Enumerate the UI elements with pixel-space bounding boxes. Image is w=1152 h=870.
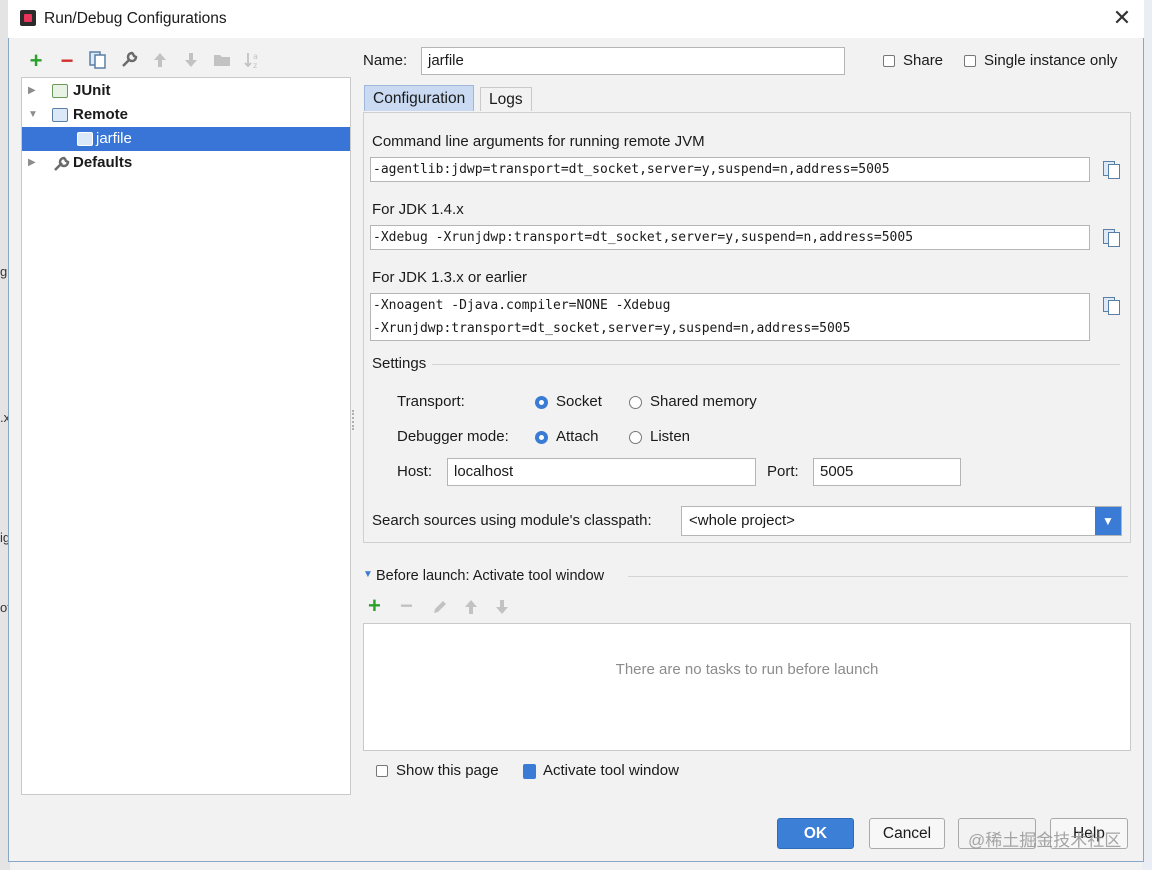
jdk14-args-field[interactable]: -Xdebug -Xrunjdwp:transport=dt_socket,se… [370,225,1090,250]
chevron-down-icon[interactable]: ▼ [1095,507,1121,535]
window-title: Run/Debug Configurations [44,10,227,27]
tab-configuration[interactable]: Configuration [364,85,475,111]
copy-config-button[interactable] [87,50,109,72]
edit-defaults-button[interactable] [118,50,140,72]
edit-task-button[interactable] [431,598,449,620]
add-config-button[interactable]: + [25,50,47,72]
module-classpath-select[interactable]: <whole project> ▼ [681,506,1122,536]
transport-shared-memory-label: Shared memory [650,393,757,410]
folder-button[interactable] [211,50,233,72]
debugger-listen-radio[interactable] [629,431,642,444]
settings-divider [432,364,1120,365]
intellij-app-icon [20,10,36,26]
arrow-down-icon [496,600,508,614]
copy-icon [89,51,106,69]
debugger-attach-radio[interactable] [535,431,548,444]
remote-config-icon [77,132,93,146]
before-launch-task-list[interactable]: There are no tasks to run before launch [363,623,1131,751]
host-input[interactable]: localhost [447,458,756,486]
jdk13-label: For JDK 1.3.x or earlier [372,269,528,286]
wrench-icon [52,156,70,171]
sort-icon: az [244,52,258,70]
transport-socket-radio[interactable] [535,396,548,409]
sort-button[interactable]: az [242,50,264,72]
debugger-listen-label: Listen [650,428,691,445]
activate-tool-window-checkbox[interactable] [523,764,536,779]
expand-arrow-icon[interactable]: ▶ [28,151,38,175]
remove-config-button[interactable]: − [56,50,78,72]
svg-text:z: z [253,61,257,70]
ok-button[interactable]: OK [777,818,854,849]
tree-item-label: jarfile [96,130,132,147]
collapse-triangle-icon[interactable]: ▼ [363,569,373,580]
svg-text:a: a [253,52,258,61]
before-launch-divider [628,576,1128,577]
tree-item-jarfile[interactable]: jarfile [22,127,350,151]
search-sources-label: Search sources using module's classpath: [372,512,652,529]
before-launch-label: Before launch: Activate tool window [376,568,605,584]
close-icon[interactable]: ✕ [1112,6,1132,30]
tab-logs[interactable]: Logs [480,87,532,111]
cmd-args-label: Command line arguments for running remot… [372,133,705,150]
name-input[interactable]: jarfile [421,47,845,75]
tree-item-label: Defaults [73,154,133,171]
settings-label: Settings [372,355,427,372]
single-instance-checkbox[interactable] [964,55,976,67]
name-label: Name: [363,52,408,69]
cancel-button[interactable]: Cancel [869,818,945,849]
show-this-page-checkbox[interactable] [376,765,388,777]
copy-icon[interactable] [1101,159,1121,179]
host-label: Host: [397,463,433,480]
transport-shared-memory-radio[interactable] [629,396,642,409]
add-task-button[interactable]: + [368,595,388,617]
jdk13-args-field[interactable]: -Xnoagent -Djava.compiler=NONE -Xdebug -… [370,293,1090,341]
ide-fragment: g [0,264,8,279]
move-up-button[interactable] [149,50,171,72]
remote-icon [52,108,68,122]
jdk13-line: -Xnoagent -Djava.compiler=NONE -Xdebug [373,298,671,313]
wrench-icon [122,51,138,67]
copy-icon[interactable] [1101,295,1121,315]
pencil-icon [434,601,446,613]
debugger-mode-label: Debugger mode: [397,428,509,445]
transport-socket-label: Socket [556,393,602,410]
transport-label: Transport: [397,393,465,410]
module-classpath-value: <whole project> [689,512,795,529]
tree-item-label: JUnit [73,82,111,99]
empty-tasks-text: There are no tasks to run before launch [615,661,879,678]
splitter-handle[interactable] [352,410,358,430]
cmd-args-field[interactable]: -agentlib:jdwp=transport=dt_socket,serve… [370,157,1090,182]
single-instance-label: Single instance only [984,52,1118,69]
remove-task-button[interactable]: − [400,595,420,617]
tree-item-label: Remote [73,106,129,123]
expand-arrow-icon[interactable]: ▶ [28,79,38,103]
tree-item-remote[interactable]: ▼ Remote [22,103,350,127]
config-tree: ▶ JUnit ▼ Remote jarfile ▶ Defaults [21,77,351,795]
port-input[interactable]: 5005 [813,458,961,486]
move-task-down-button[interactable] [493,598,511,620]
copy-icon[interactable] [1101,227,1121,247]
watermark-text: @稀土掘金技术社区 [968,831,1122,850]
show-this-page-label: Show this page [396,762,499,779]
jdk14-label: For JDK 1.4.x [372,201,464,218]
debugger-attach-label: Attach [556,428,599,445]
jdk13-line: -Xrunjdwp:transport=dt_socket,server=y,s… [373,321,851,336]
move-down-button[interactable] [180,50,202,72]
tree-item-defaults[interactable]: ▶ Defaults [22,151,350,175]
port-label: Port: [767,463,799,480]
folder-icon [214,55,230,66]
share-label: Share [903,52,944,69]
tree-item-junit[interactable]: ▶ JUnit [22,79,350,103]
junit-icon [52,84,68,98]
arrow-down-icon [185,53,197,67]
arrow-up-icon [465,600,477,614]
arrow-up-icon [154,53,166,67]
share-checkbox[interactable] [883,55,895,67]
collapse-arrow-icon[interactable]: ▼ [28,103,38,127]
move-task-up-button[interactable] [462,598,480,620]
activate-tool-window-label: Activate tool window [543,762,679,779]
